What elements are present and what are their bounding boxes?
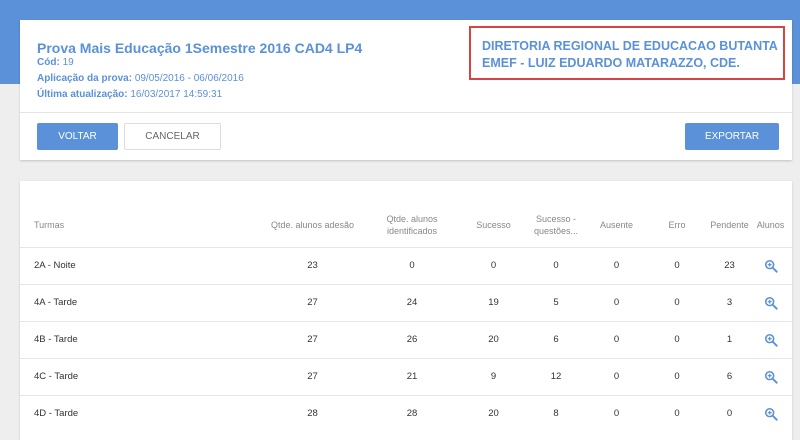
cell-adesao: 27 [307, 297, 318, 308]
column-header-sucesso-questoes[interactable]: Sucesso - questões... [522, 203, 590, 247]
cell-identificados: 0 [409, 260, 415, 271]
voltar-button[interactable]: VOLTAR [37, 123, 118, 150]
application-value: 09/05/2016 - 06/06/2016 [134, 73, 244, 84]
cell-sucesso: 0 [490, 260, 497, 271]
cell-ausente: 0 [613, 297, 620, 308]
school-name: EMEF - LUIZ EDUARDO MATARAZZO, CDE. [482, 56, 740, 70]
view-students-button[interactable] [753, 285, 788, 321]
cell-ausente: 0 [613, 371, 620, 382]
view-students-button[interactable] [753, 248, 788, 284]
cell-ausente: 0 [613, 260, 620, 271]
cell-pendente: 23 [724, 260, 735, 271]
zoom-in-icon[interactable] [764, 259, 778, 273]
view-students-button[interactable] [753, 359, 788, 395]
cell-pendente: 3 [726, 297, 733, 308]
cell-erro: 0 [674, 408, 680, 419]
column-header-turmas[interactable]: Turmas [34, 203, 204, 247]
cell-pendente: 0 [726, 408, 733, 419]
cell-turma: 4B - Tarde [34, 334, 78, 345]
cell-sucesso-questoes: 8 [553, 408, 559, 419]
column-header-erro[interactable]: Erro [652, 203, 702, 247]
exam-code: Cód: 19 [37, 57, 74, 68]
table-row: 4B - Tarde 27 26 20 6 0 0 1 [20, 321, 792, 358]
cell-sucesso: 19 [488, 297, 499, 308]
results-table: Turmas Qtde. alunos adesão Qtde. alunos … [20, 181, 792, 440]
exam-title: Prova Mais Educação 1Semestre 2016 CAD4 … [37, 40, 363, 56]
exam-info-card: Prova Mais Educação 1Semestre 2016 CAD4 … [20, 20, 792, 160]
last-update-label: Última atualização: [37, 89, 128, 100]
cell-sucesso: 20 [488, 334, 499, 345]
cell-adesao: 27 [307, 334, 318, 345]
column-header-identificados[interactable]: Qtde. alunos identificados [372, 203, 452, 247]
zoom-in-icon[interactable] [764, 370, 778, 384]
cell-sucesso-questoes: 0 [553, 260, 559, 271]
table-row: 4C - Tarde 27 21 9 12 0 0 6 [20, 358, 792, 395]
exam-code-value: 19 [62, 57, 74, 68]
cell-ausente: 0 [613, 408, 620, 419]
cell-pendente: 1 [726, 334, 733, 345]
cell-identificados: 28 [406, 408, 418, 419]
cell-turma: 4A - Tarde [34, 297, 78, 308]
school-directorate: DIRETORIA REGIONAL DE EDUCACAO BUTANTA [482, 39, 778, 53]
card-divider [20, 112, 792, 113]
cell-sucesso: 20 [488, 408, 499, 419]
exam-application-period: Aplicação da prova: 09/05/2016 - 06/06/2… [37, 73, 244, 84]
cell-ausente: 0 [613, 334, 620, 345]
column-header-adesao[interactable]: Qtde. alunos adesão [260, 203, 365, 247]
exam-code-label: Cód: [37, 57, 60, 68]
table-header-row: Turmas Qtde. alunos adesão Qtde. alunos … [20, 203, 792, 247]
cell-erro: 0 [674, 297, 680, 308]
cell-erro: 0 [674, 371, 680, 382]
cell-identificados: 24 [406, 297, 418, 308]
cell-erro: 0 [674, 334, 680, 345]
school-info-box: DIRETORIA REGIONAL DE EDUCACAO BUTANTA E… [469, 26, 785, 80]
cell-sucesso-questoes: 6 [553, 334, 559, 345]
cell-turma: 4C - Tarde [34, 371, 79, 382]
cell-adesao: 23 [307, 260, 318, 271]
cancelar-button[interactable]: CANCELAR [124, 123, 221, 150]
column-header-sucesso[interactable]: Sucesso [465, 203, 522, 247]
last-update: Última atualização: 16/03/2017 14:59:31 [37, 89, 222, 100]
last-update-value: 16/03/2017 14:59:31 [130, 89, 223, 100]
zoom-in-icon[interactable] [764, 333, 778, 347]
cell-sucesso-questoes: 12 [550, 371, 562, 382]
cell-sucesso-questoes: 5 [553, 297, 559, 308]
cell-adesao: 27 [307, 371, 318, 382]
column-header-alunos: Alunos [756, 220, 785, 230]
cell-identificados: 21 [406, 371, 418, 382]
application-label: Aplicação da prova: [37, 73, 133, 84]
cell-turma: 2A - Noite [34, 260, 76, 271]
zoom-in-icon[interactable] [764, 407, 778, 421]
cell-sucesso: 9 [490, 371, 497, 382]
table-row: 2A - Noite 23 0 0 0 0 0 23 [20, 247, 792, 284]
zoom-in-icon[interactable] [764, 296, 778, 310]
cell-pendente: 6 [726, 371, 733, 382]
table-row: 4D - Tarde 28 28 20 8 0 0 0 [20, 395, 792, 432]
view-students-button[interactable] [753, 396, 788, 432]
cell-adesao: 28 [307, 408, 318, 419]
column-header-pendente[interactable]: Pendente [702, 203, 757, 247]
cell-turma: 4D - Tarde [34, 408, 79, 419]
view-students-button[interactable] [753, 322, 788, 358]
cell-erro: 0 [674, 260, 680, 271]
exportar-button[interactable]: EXPORTAR [685, 123, 779, 150]
table-row: 4A - Tarde 27 24 19 5 0 0 3 [20, 284, 792, 321]
cell-identificados: 26 [406, 334, 418, 345]
column-header-ausente[interactable]: Ausente [590, 203, 643, 247]
